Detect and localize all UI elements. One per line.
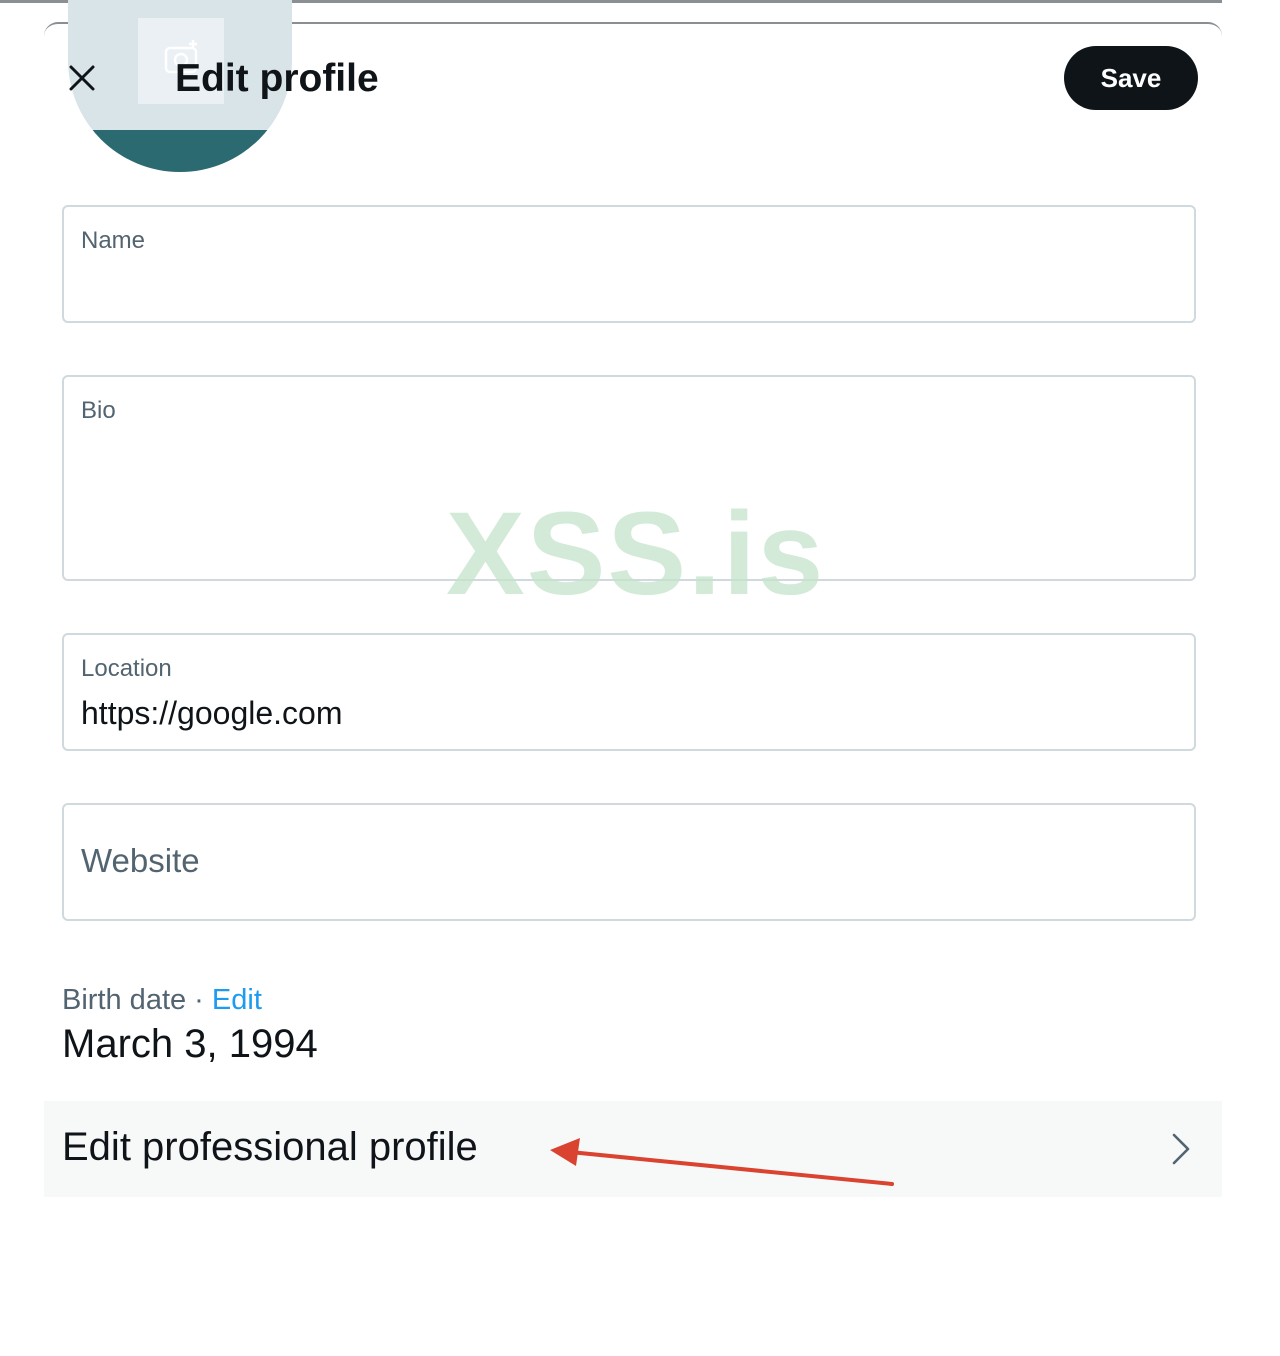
- chevron-right-icon: [1172, 1133, 1190, 1165]
- page-title: Edit profile: [175, 57, 379, 100]
- edit-professional-profile-row[interactable]: Edit professional profile: [44, 1101, 1222, 1197]
- edit-professional-profile-label: Edit professional profile: [62, 1125, 478, 1169]
- close-button[interactable]: [58, 54, 106, 102]
- birth-date-label-text: Birth date ·: [62, 984, 212, 1016]
- birth-date-label: Birth date · Edit: [62, 984, 262, 1017]
- save-button[interactable]: Save: [1064, 46, 1198, 110]
- bio-field-label: Bio: [81, 397, 116, 424]
- name-field-label: Name: [81, 227, 146, 254]
- location-field-value[interactable]: https://google.com: [81, 695, 342, 732]
- location-field-label: Location: [81, 655, 172, 682]
- name-field[interactable]: Name: [62, 205, 1196, 323]
- avatar-banner-strip: [68, 130, 292, 172]
- location-field[interactable]: Location https://google.com: [62, 633, 1196, 751]
- bio-field[interactable]: Bio: [62, 375, 1196, 581]
- website-field-placeholder: Website: [81, 842, 200, 879]
- birth-date-value: March 3, 1994: [62, 1022, 318, 1066]
- website-field[interactable]: Website: [62, 803, 1196, 921]
- birth-date-edit-link[interactable]: Edit: [212, 984, 262, 1016]
- close-icon: [69, 65, 95, 91]
